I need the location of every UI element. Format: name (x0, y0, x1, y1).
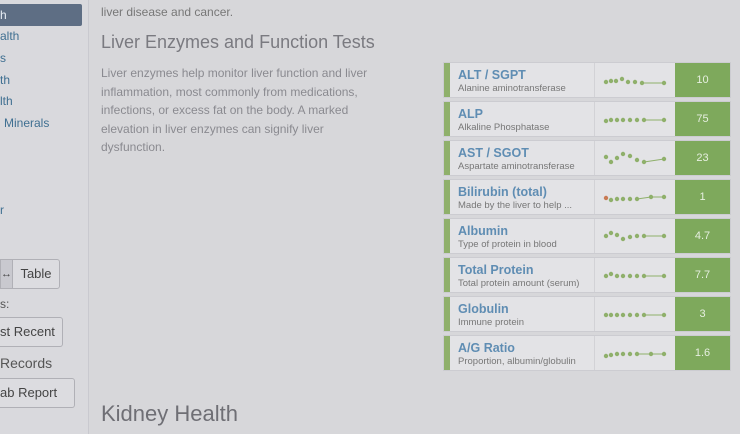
test-desc: Aspartate aminotransferase (458, 161, 575, 172)
test-row-albumin[interactable]: Albumin Type of protein in blood 4.7 (443, 218, 731, 254)
test-value: 1.6 (675, 336, 730, 370)
test-desc: Alanine aminotransferase (458, 83, 566, 94)
status-bar (444, 258, 450, 292)
sidebar-item-health[interactable]: alth (0, 29, 19, 43)
status-bar (444, 141, 450, 175)
status-bar (444, 63, 450, 97)
trend-sparkline (594, 180, 675, 214)
view-toggle: ↔ Table (0, 259, 60, 289)
sparkline-icon (603, 230, 667, 242)
records-label: Records (0, 355, 53, 371)
trend-sparkline (594, 63, 675, 97)
section-title: Liver Enzymes and Function Tests (101, 32, 375, 52)
sparkline-icon (603, 194, 667, 203)
test-value: 10 (675, 63, 730, 97)
test-desc: Total protein amount (serum) (458, 278, 580, 289)
test-desc: Type of protein in blood (458, 239, 557, 250)
lab-report-button[interactable]: ab Report (0, 378, 75, 408)
test-desc: Alkaline Phosphatase (458, 122, 550, 133)
sort-label: s: (0, 297, 10, 311)
trend-sparkline (594, 102, 675, 136)
test-desc: Proportion, albumin/globulin (458, 356, 576, 367)
next-section-title: Kidney Health (101, 401, 238, 426)
status-bar (444, 336, 450, 370)
test-name[interactable]: Albumin (458, 224, 508, 238)
test-row-bilirubin[interactable]: Bilirubin (total) Made by the liver to h… (443, 179, 731, 215)
test-desc: Immune protein (458, 317, 525, 328)
sidebar-item[interactable]: lth (0, 94, 13, 108)
sidebar-item-label: h (0, 8, 7, 22)
status-bar (444, 180, 450, 214)
test-row-ag-ratio[interactable]: A/G Ratio Proportion, albumin/globulin 1… (443, 335, 731, 371)
trend-sparkline (594, 336, 675, 370)
trend-sparkline (594, 258, 675, 292)
test-name[interactable]: ALT / SGPT (458, 68, 526, 82)
sparkline-icon (603, 312, 667, 318)
main-content: liver disease and cancer. Liver Enzymes … (89, 0, 740, 434)
sparkline-icon (603, 117, 667, 124)
sidebar-item[interactable]: r (0, 203, 4, 217)
sparkline-icon (603, 351, 667, 359)
test-row-alp[interactable]: ALP Alkaline Phosphatase 75 (443, 101, 731, 137)
test-value: 1 (675, 180, 730, 214)
sparkline-icon (603, 271, 667, 279)
trend-sparkline (594, 219, 675, 253)
test-row-alt[interactable]: ALT / SGPT Alanine aminotransferase 10 (443, 62, 731, 98)
sidebar: h alth s th lth Minerals r ↔ Table s: st… (0, 0, 89, 434)
sparkline-icon (603, 76, 667, 86)
status-bar (444, 102, 450, 136)
test-value: 7.7 (675, 258, 730, 292)
test-name[interactable]: ALP (458, 107, 483, 121)
test-value: 3 (675, 297, 730, 331)
test-value: 75 (675, 102, 730, 136)
sidebar-item[interactable]: s (0, 51, 6, 65)
test-name[interactable]: Bilirubin (total) (458, 185, 547, 199)
trend-sparkline (594, 297, 675, 331)
most-recent-button[interactable]: st Recent (0, 317, 63, 347)
status-bar (444, 219, 450, 253)
test-row-ast[interactable]: AST / SGOT Aspartate aminotransferase 23 (443, 140, 731, 176)
test-name[interactable]: A/G Ratio (458, 341, 515, 355)
sparkline-icon (603, 151, 667, 165)
test-name[interactable]: AST / SGOT (458, 146, 529, 160)
sidebar-item-active[interactable]: h (0, 4, 82, 26)
chart-view-button[interactable]: ↔ (0, 259, 12, 289)
test-name[interactable]: Globulin (458, 302, 509, 316)
test-desc: Made by the liver to help ... (458, 200, 573, 211)
test-value: 4.7 (675, 219, 730, 253)
sidebar-item-minerals[interactable]: Minerals (4, 116, 49, 130)
section-description: Liver enzymes help monitor liver functio… (101, 66, 368, 154)
table-view-button[interactable]: Table (12, 259, 60, 289)
trend-sparkline (594, 141, 675, 175)
test-value: 23 (675, 141, 730, 175)
status-bar (444, 297, 450, 331)
intro-text: liver disease and cancer. (101, 5, 234, 19)
test-name[interactable]: Total Protein (458, 263, 533, 277)
test-row-globulin[interactable]: Globulin Immune protein 3 (443, 296, 731, 332)
test-row-total-protein[interactable]: Total Protein Total protein amount (seru… (443, 257, 731, 293)
sidebar-item[interactable]: th (0, 73, 10, 87)
